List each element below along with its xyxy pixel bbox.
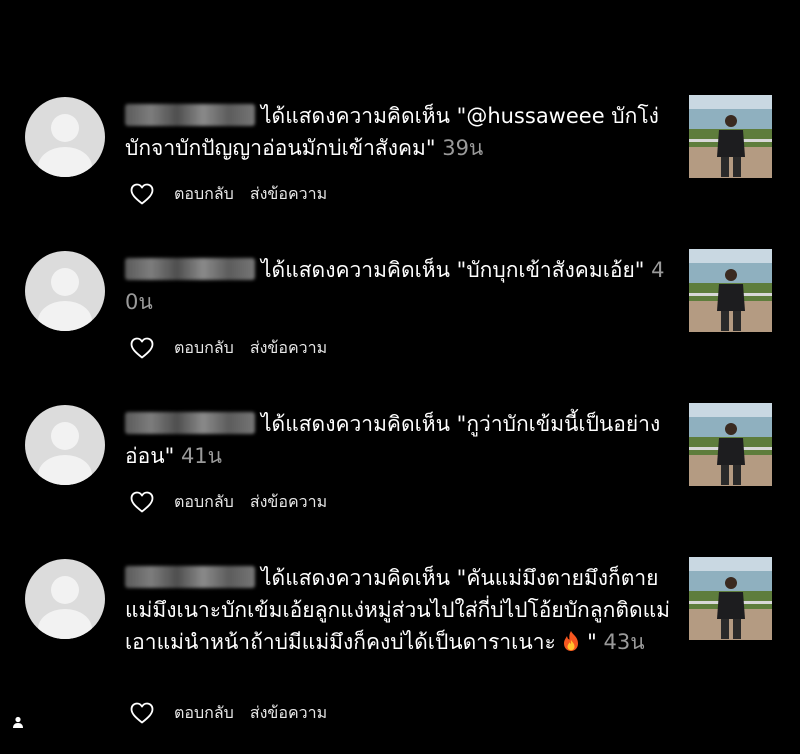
avatar-body-shape [38, 609, 92, 639]
post-photo [689, 403, 772, 486]
notification-text[interactable]: ได้แสดงความคิดเห็น "บักบุกเข้าสังคมเอ้ย"… [125, 254, 670, 318]
person-icon[interactable] [11, 715, 25, 729]
notification-text[interactable]: ได้แสดงความคิดเห็น "@hussaweee บักโง่บัก… [125, 100, 670, 164]
heart-outline-icon[interactable] [130, 183, 154, 205]
post-thumbnail[interactable] [689, 95, 772, 178]
heart-outline-icon[interactable] [130, 337, 154, 359]
heart-outline-icon[interactable] [130, 491, 154, 513]
commenter-avatar[interactable] [25, 405, 105, 485]
notification-actions: ตอบกลับ ส่งข้อความ [130, 182, 327, 206]
comment-closing-quote: " [587, 630, 597, 654]
commenter-avatar[interactable] [25, 97, 105, 177]
send-message-button[interactable]: ส่งข้อความ [250, 701, 327, 726]
post-thumbnail[interactable] [689, 403, 772, 486]
avatar-head-shape [51, 576, 79, 604]
avatar-body-shape [38, 455, 92, 485]
notification-actions: ตอบกลับ ส่งข้อความ [130, 336, 327, 360]
avatar-head-shape [51, 114, 79, 142]
send-message-button[interactable]: ส่งข้อความ [250, 490, 327, 515]
timestamp: 43น [603, 630, 645, 654]
reply-button[interactable]: ตอบกลับ [174, 336, 234, 361]
heart-outline-icon[interactable] [130, 702, 154, 724]
notification-text[interactable]: ได้แสดงความคิดเห็น "กูว่าบักเข้มนี้เป็นอ… [125, 408, 670, 472]
comment-text: ได้แสดงความคิดเห็น "บักบุกเข้าสังคมเอ้ย" [261, 258, 645, 282]
post-thumbnail[interactable] [689, 249, 772, 332]
post-photo [689, 95, 772, 178]
send-message-button[interactable]: ส่งข้อความ [250, 182, 327, 207]
send-message-button[interactable]: ส่งข้อความ [250, 336, 327, 361]
commenter-avatar[interactable] [25, 559, 105, 639]
notification-actions: ตอบกลับ ส่งข้อความ [130, 701, 327, 725]
notification-text[interactable]: ได้แสดงความคิดเห็น "คันแม่มึงตายมึงก็ตาย… [125, 562, 670, 658]
avatar-head-shape [51, 422, 79, 450]
fire-emoji-icon [564, 631, 579, 651]
notification-actions: ตอบกลับ ส่งข้อความ [130, 490, 327, 514]
post-photo [689, 249, 772, 332]
avatar-body-shape [38, 301, 92, 331]
post-thumbnail[interactable] [689, 557, 772, 640]
blurred-username[interactable] [125, 566, 255, 588]
blurred-username[interactable] [125, 412, 255, 434]
reply-button[interactable]: ตอบกลับ [174, 701, 234, 726]
reply-button[interactable]: ตอบกลับ [174, 490, 234, 515]
post-photo [689, 557, 772, 640]
commenter-avatar[interactable] [25, 251, 105, 331]
avatar-head-shape [51, 268, 79, 296]
reply-button[interactable]: ตอบกลับ [174, 182, 234, 207]
timestamp: 39น [442, 136, 484, 160]
blurred-username[interactable] [125, 258, 255, 280]
avatar-body-shape [38, 147, 92, 177]
timestamp: 41น [180, 444, 223, 468]
blurred-username[interactable] [125, 104, 255, 126]
